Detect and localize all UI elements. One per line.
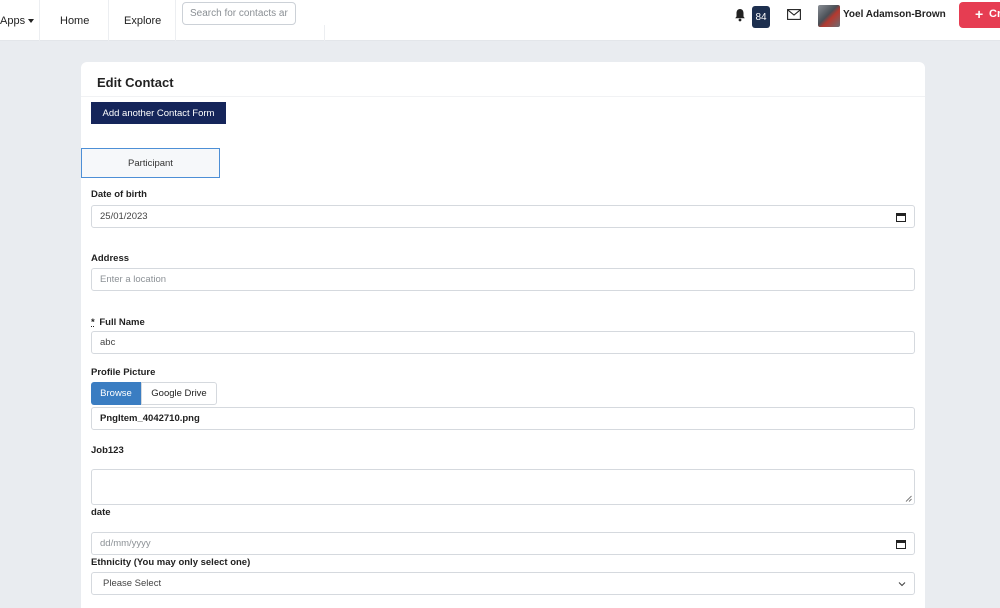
job-label: Job123: [91, 445, 124, 456]
nav-home-label: Home: [60, 14, 90, 27]
title-divider: [81, 96, 925, 97]
resize-handle-icon[interactable]: [905, 495, 912, 502]
address-placeholder: Enter a location: [100, 274, 167, 285]
calendar-icon[interactable]: [896, 539, 906, 549]
user-name[interactable]: Yoel Adamson-Brown: [843, 9, 946, 20]
avatar[interactable]: [818, 5, 840, 27]
full-name-value: abc: [100, 337, 116, 348]
required-marker: *: [91, 317, 95, 328]
bell-icon[interactable]: [734, 8, 746, 22]
full-name-label: * Full Name: [91, 317, 145, 328]
profile-picture-label: Profile Picture: [91, 367, 156, 378]
tab-participant[interactable]: Participant: [81, 148, 220, 178]
caret-down-icon: [28, 18, 35, 23]
nav-apps-menu[interactable]: Apps: [0, 0, 40, 41]
edit-contact-card: Edit Contact Add another Contact Form Pa…: [81, 62, 925, 608]
nav-apps-label: Apps: [0, 14, 26, 27]
calendar-icon[interactable]: [896, 212, 906, 222]
dob-field[interactable]: 25/01/2023: [91, 205, 915, 228]
nav-home-link[interactable]: Home: [40, 0, 109, 41]
search-input[interactable]: [182, 2, 296, 25]
date-label: date: [91, 507, 111, 518]
page-title: Edit Contact: [97, 75, 174, 90]
ethnicity-label: Ethnicity (You may only select one): [91, 557, 251, 568]
dob-label: Date of birth: [91, 189, 147, 200]
file-name-field[interactable]: PngItem_4042710.png: [91, 407, 915, 430]
add-contact-form-button[interactable]: Add another Contact Form: [91, 102, 226, 124]
notification-badge[interactable]: 84: [752, 6, 770, 28]
browse-button[interactable]: Browse: [91, 382, 141, 405]
envelope-icon[interactable]: [787, 9, 801, 20]
date-placeholder: dd/mm/yyyy: [100, 538, 151, 549]
ethnicity-select[interactable]: Please Select: [91, 572, 915, 595]
nav-explore-link[interactable]: Explore: [109, 0, 176, 41]
date-field[interactable]: dd/mm/yyyy: [91, 532, 915, 555]
address-label: Address: [91, 253, 130, 264]
create-button-label: Cr: [989, 8, 1000, 20]
google-drive-button[interactable]: Google Drive: [141, 382, 217, 405]
ethnicity-selected-value: Please Select: [103, 578, 162, 589]
full-name-label-text: Full Name: [99, 317, 145, 328]
address-field[interactable]: Enter a location: [91, 268, 915, 291]
full-name-field[interactable]: abc: [91, 331, 915, 354]
file-name-value: PngItem_4042710.png: [100, 413, 200, 424]
chevron-down-icon: [898, 582, 906, 587]
nav-divider: [324, 25, 325, 41]
top-navbar: Apps Home Explore 84 Yoel Adamson-Brown …: [0, 0, 1000, 41]
plus-icon: +: [975, 6, 984, 22]
dob-value: 25/01/2023: [100, 211, 148, 222]
create-button[interactable]: + Cr: [959, 2, 1000, 28]
job-textarea[interactable]: [91, 469, 915, 505]
nav-explore-label: Explore: [124, 14, 162, 27]
